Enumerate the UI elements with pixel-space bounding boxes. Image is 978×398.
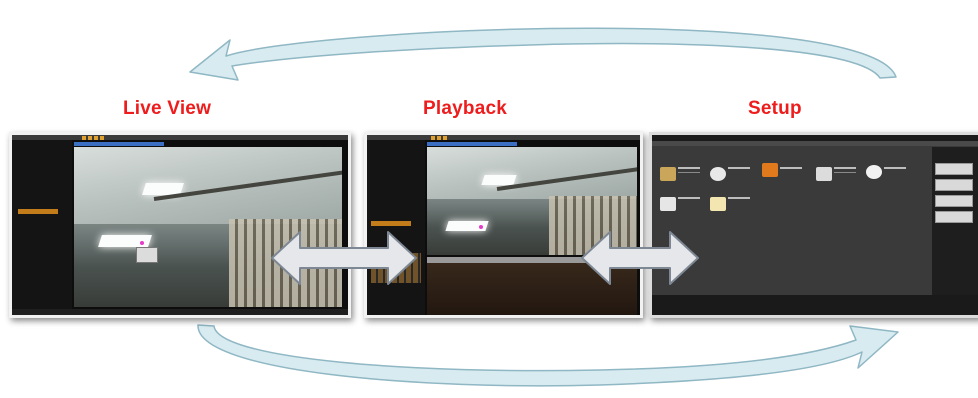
storage-tile bbox=[762, 163, 778, 177]
setup-side-button[interactable] bbox=[935, 179, 973, 191]
tile-sublabel bbox=[678, 172, 700, 173]
setup-side-button[interactable] bbox=[935, 195, 973, 207]
toolbar-icon bbox=[94, 136, 98, 140]
tile-label bbox=[834, 167, 856, 169]
tile-label bbox=[678, 167, 700, 169]
system-tile bbox=[710, 197, 726, 211]
toolbar-icon bbox=[443, 136, 447, 140]
playback-screenshot bbox=[364, 132, 643, 318]
bottom-curved-arrow-body bbox=[197, 324, 899, 387]
setup-side-button[interactable] bbox=[935, 211, 973, 223]
playback-label: Playback bbox=[423, 98, 507, 119]
toolbar-icon bbox=[82, 136, 86, 140]
setup-screenshot bbox=[649, 132, 978, 318]
camera-title-strip bbox=[74, 142, 164, 146]
timeline-track bbox=[427, 257, 637, 263]
selected-camera-row bbox=[371, 221, 411, 226]
calendar-grid bbox=[371, 253, 421, 283]
basic-settings-tile bbox=[660, 167, 676, 181]
live-view-screenshot bbox=[9, 132, 351, 318]
timeline-panel bbox=[427, 257, 637, 315]
live-view-sidebar bbox=[12, 140, 72, 315]
setup-panel bbox=[652, 135, 978, 295]
setup-label: Setup bbox=[748, 98, 802, 119]
live-view-label: Live View bbox=[123, 98, 212, 119]
selected-camera-row bbox=[18, 209, 58, 214]
tile-label bbox=[780, 167, 802, 169]
tile-label bbox=[728, 197, 750, 199]
tile-label bbox=[728, 167, 750, 169]
playback-sidebar bbox=[367, 140, 425, 315]
toolbar-icon bbox=[437, 136, 441, 140]
setup-tabbar bbox=[652, 141, 978, 146]
calendar-tile bbox=[660, 197, 676, 211]
tile-label bbox=[678, 197, 700, 199]
setup-side-button[interactable] bbox=[935, 163, 973, 175]
live-view-statusbar bbox=[12, 309, 348, 315]
setup-footer bbox=[652, 295, 978, 315]
toolbar-icon bbox=[431, 136, 435, 140]
event-tile bbox=[866, 165, 882, 179]
tile-sublabel bbox=[834, 172, 856, 173]
playback-feed bbox=[427, 147, 637, 255]
top-curved-arrow-body bbox=[189, 27, 897, 81]
schedule-tile bbox=[816, 167, 832, 181]
camera-title-strip bbox=[427, 142, 517, 146]
toolbar-icon bbox=[88, 136, 92, 140]
tile-label bbox=[884, 167, 906, 169]
toolbar-icon bbox=[100, 136, 104, 140]
camera-settings-tile bbox=[710, 167, 726, 181]
camera-feed bbox=[74, 147, 342, 307]
